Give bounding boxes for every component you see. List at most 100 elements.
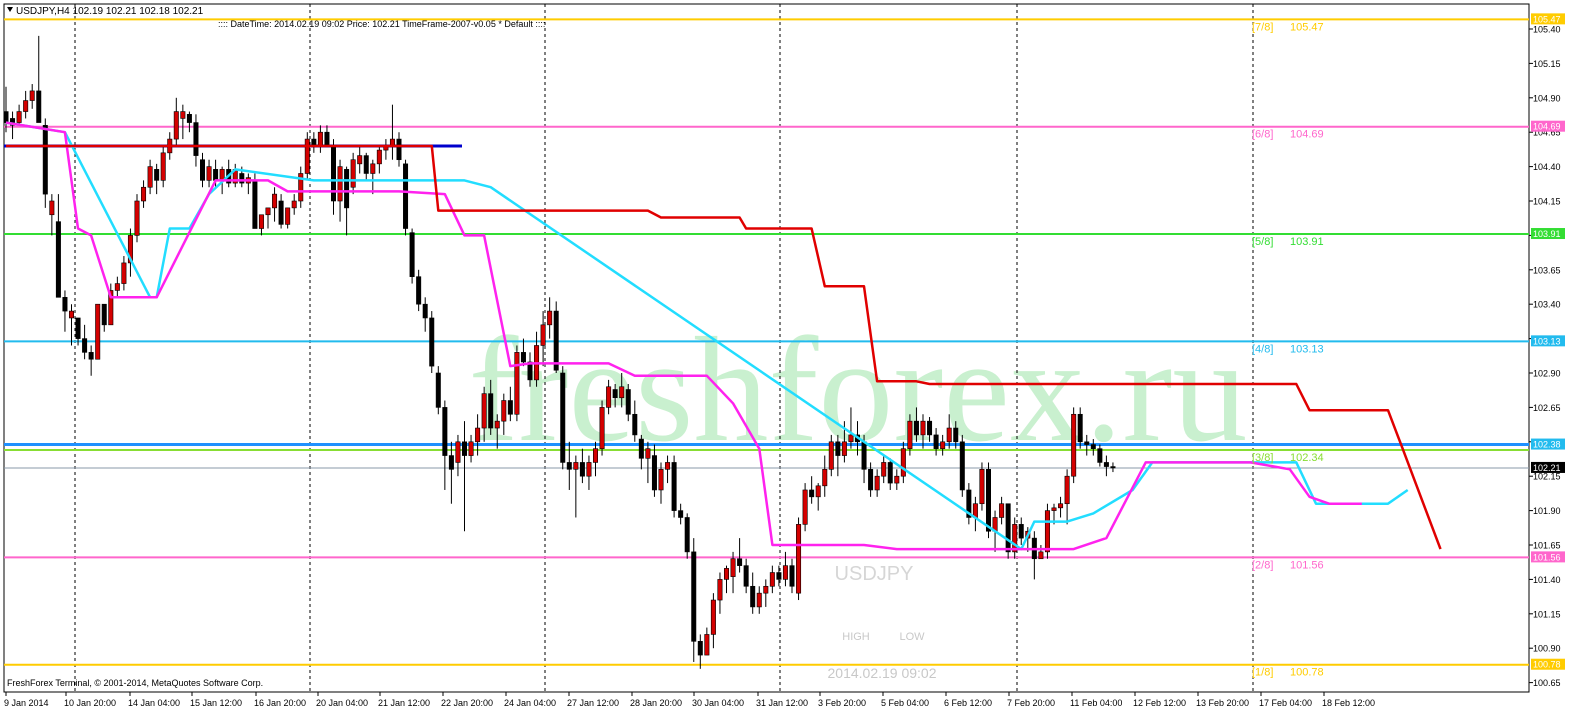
candle-body (258, 214, 264, 229)
candle-body (376, 149, 382, 165)
candle-body (959, 441, 965, 491)
candle-body (756, 592, 762, 608)
candle-body (370, 163, 376, 174)
murrey-level-label: [4/8] (1252, 343, 1273, 355)
time-tick-label: 12 Feb 12:00 (1133, 698, 1186, 708)
price-axis: 105.40105.15104.90104.65104.40104.15103.… (1529, 13, 1565, 688)
candle-body (101, 303, 107, 326)
candle-body (776, 572, 782, 580)
candle-body (651, 455, 657, 491)
candle-body (940, 441, 946, 449)
murrey-level-label: [6/8] (1252, 129, 1273, 141)
candle-body (540, 324, 546, 346)
murrey-level-value: 103.13 (1290, 343, 1324, 355)
candle-body (796, 524, 802, 594)
candle-body (75, 317, 81, 339)
price-tag-label: 101.56 (1533, 552, 1561, 562)
price-tick-label: 103.40 (1533, 300, 1561, 310)
murrey-level-label: [1/8] (1252, 667, 1273, 679)
price-tag-label: 103.13 (1533, 336, 1561, 346)
time-tick-label: 21 Jan 12:00 (378, 698, 430, 708)
candle-body (619, 386, 625, 399)
candle-body (586, 462, 592, 477)
candle-body (717, 579, 723, 601)
candle-body (848, 434, 854, 443)
time-tick-label: 31 Jan 12:00 (756, 698, 808, 708)
candle-body (357, 155, 363, 165)
candle-body (337, 166, 343, 202)
candle-body (560, 372, 566, 463)
candle-body (566, 462, 572, 470)
candle-body (291, 200, 297, 209)
candle-body (285, 207, 291, 225)
candle-body (684, 517, 690, 553)
candle-body (272, 193, 278, 209)
candle-body (645, 448, 651, 459)
candle-body (160, 152, 166, 181)
candle-body (743, 565, 749, 587)
candle-body (861, 441, 867, 470)
candle-body (1038, 551, 1044, 560)
time-tick-label: 18 Feb 12:00 (1322, 698, 1375, 708)
price-tag-label: 100.78 (1533, 660, 1561, 670)
candle-body (344, 169, 350, 209)
time-tick-label: 28 Jan 20:00 (630, 698, 682, 708)
candle-body (579, 462, 585, 477)
candle-body (239, 173, 245, 184)
time-tick-label: 3 Feb 20:00 (818, 698, 866, 708)
candle-body (475, 427, 481, 443)
candle-body (769, 572, 775, 587)
candle-body (49, 200, 55, 216)
candle-body (907, 420, 913, 449)
time-tick-label: 9 Jan 2014 (4, 698, 49, 708)
candle-body (206, 166, 212, 181)
candle-body (455, 441, 461, 463)
candle-body (704, 634, 710, 656)
candle-body (927, 420, 933, 436)
candle-body (1103, 462, 1109, 467)
time-tick-label: 6 Feb 12:00 (944, 698, 992, 708)
candle-body (710, 599, 716, 635)
time-tick-label: 30 Jan 04:00 (692, 698, 744, 708)
candle-body (553, 310, 559, 371)
candle-body (933, 434, 939, 449)
price-chart[interactable]: freshforex.ru USDJPY HIGH LOW 2014.02.19… (0, 0, 1596, 720)
candle-body (442, 407, 448, 456)
candle-body (730, 558, 736, 577)
candle-body (874, 475, 880, 491)
time-tick-label: 16 Jan 20:00 (254, 698, 306, 708)
price-tick-label: 105.40 (1533, 25, 1561, 35)
candle-body (62, 297, 68, 312)
candle-body (985, 469, 991, 532)
time-axis: 9 Jan 2014 10 Jan 20:00 14 Jan 04:00 15 Jan… (4, 692, 1375, 708)
candle-body (920, 420, 926, 436)
candle-body (979, 469, 985, 505)
candle-body (763, 585, 769, 594)
candle-body (599, 407, 605, 449)
candle-body (95, 303, 101, 360)
candle-body (330, 145, 336, 202)
candle-body (416, 276, 422, 305)
candle-body (141, 186, 147, 202)
murrey-level-value: 105.47 (1290, 21, 1324, 33)
candle-body (461, 441, 467, 456)
candle-body (186, 114, 192, 123)
candle-body (114, 283, 120, 291)
candle-body (154, 169, 160, 181)
candle-body (265, 207, 271, 216)
candle-body (16, 111, 22, 123)
price-tag-label: 105.47 (1533, 14, 1561, 24)
price-tick-label: 100.90 (1533, 644, 1561, 654)
candle-body (999, 503, 1005, 518)
candle-body (658, 469, 664, 491)
time-tick-label: 17 Feb 04:00 (1259, 698, 1312, 708)
candle-body (324, 131, 330, 147)
price-tag-label: 103.91 (1533, 229, 1561, 239)
price-tick-label: 105.15 (1533, 59, 1561, 69)
candle-body (1064, 475, 1070, 505)
time-tick-label: 11 Feb 04:00 (1070, 698, 1122, 708)
candle-body (252, 180, 258, 229)
candle-body (1110, 466, 1116, 469)
time-tick-label: 5 Feb 04:00 (881, 698, 929, 708)
candle-body (625, 389, 631, 415)
